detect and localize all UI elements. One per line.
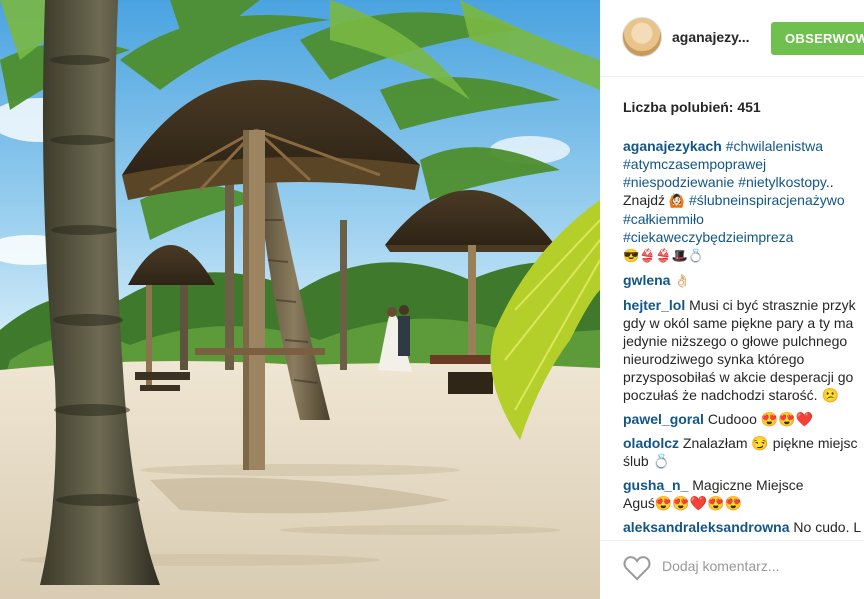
caption-line: #całkiemmiło [623,210,864,228]
comment-line: gusha_n_ Magiczne Miejsce [623,476,864,494]
comment-text: Musi ci być strasznie przyk [689,297,856,313]
caption-text: .. [825,174,834,190]
caption: aganajezykach #chwilalenistwa #atymczase… [623,137,864,265]
comment-text: Cudooo 😍😍❤️ [707,411,814,427]
comment: pawel_goral Cudooo 😍😍❤️ [623,410,864,428]
heart-outline-icon[interactable] [623,555,651,581]
header-username[interactable]: aganajezy... [672,29,750,45]
comment-line: ślub 💍 [623,453,671,469]
caption-line: Znajdź 🙆🏻 #ślubneinspiracjenażywo [623,191,864,210]
caption-line: 😎👙👙🎩💍 [623,246,864,265]
hashtag-link[interactable]: #niespodziewanie [623,174,734,190]
comment-line: gdy w okól same piękne pary a ty ma [623,315,854,331]
comment-text: No cudo. L [793,519,862,535]
hashtag-link[interactable]: #ciekaweczybędzieimpreza [623,229,793,245]
hashtag-link[interactable]: #chwilalenistwa [726,138,823,154]
hashtag-link[interactable]: #nietylkostopy [738,174,826,190]
hashtag-link[interactable]: #atymczasempoprawej [623,156,766,172]
add-comment-input[interactable]: Dodaj komentarz... [662,558,780,574]
add-comment-bar: Dodaj komentarz... [600,540,864,599]
comment-line: nieurodziwego synka którego [623,351,805,367]
caption-line: aganajezykach #chwilalenistwa [623,137,864,155]
comment-username[interactable]: aleksandraleksandrowna [623,519,790,535]
comment-text: 👌🏻 [674,273,691,288]
comment-line: jedynie niższego o głowe pulchnego [623,333,848,349]
comment: gwlena 👌🏻 [623,271,864,290]
likes-count[interactable]: Liczba polubień: 451 [623,99,761,115]
comment-line: oladolcz Znalazłam 😏 piękne miejsc [623,434,864,452]
comment-line: przysposobiłaś w akcie desperacji go [623,369,854,385]
caption-line: #niespodziewanie #nietylkostopy.. [623,173,864,191]
post-side-panel: aganajezy... OBSERWOW Liczba polubień: 4… [600,0,864,599]
caption-text: Znajdź [623,192,666,208]
comments-list: aganajezykach #chwilalenistwa #atymczase… [623,137,864,542]
comment-username[interactable]: hejter_lol [623,297,685,313]
comment-line: Aguś😍😍❤️😍😍 [623,495,743,511]
comment: oladolcz Znalazłam 😏 piękne miejsc ślub … [623,434,864,470]
comment-username[interactable]: gusha_n_ [623,477,688,493]
comment-text: Magiczne Miejsce [692,477,804,493]
comment: hejter_lol Musi ci być strasznie przyk g… [623,296,864,404]
comment-username[interactable]: oladolcz [623,435,679,451]
comment-username[interactable]: pawel_goral [623,411,704,427]
beach-wedding-photo [0,0,600,599]
hashtag-link[interactable]: #całkiemmiło [623,211,704,227]
comment: gusha_n_ Magiczne Miejsce Aguś😍😍❤️😍😍 [623,476,864,512]
comment-line: poczułaś że nadchodzi starość. 😕 [623,387,839,403]
post-photo[interactable] [0,0,600,599]
caption-line: #ciekaweczybędzieimpreza [623,228,864,246]
comment-username[interactable]: gwlena [623,272,670,288]
caption-line: #atymczasempoprawej [623,155,864,173]
caption-username[interactable]: aganajezykach [623,138,722,154]
post-header: aganajezy... OBSERWOW [600,0,864,77]
avatar[interactable] [622,17,662,57]
comment-text: Znalazłam 😏 piękne miejsc [682,435,858,451]
comment: aleksandraleksandrowna No cudo. L [623,518,864,536]
emoji-text: 🙆🏻 [668,193,686,208]
hashtag-link[interactable]: #ślubneinspiracjenażywo [689,192,845,208]
follow-button[interactable]: OBSERWOW [771,22,864,55]
emoji-text: 😎👙👙🎩💍 [623,248,704,263]
comment-line: hejter_lol Musi ci być strasznie przyk [623,296,864,314]
